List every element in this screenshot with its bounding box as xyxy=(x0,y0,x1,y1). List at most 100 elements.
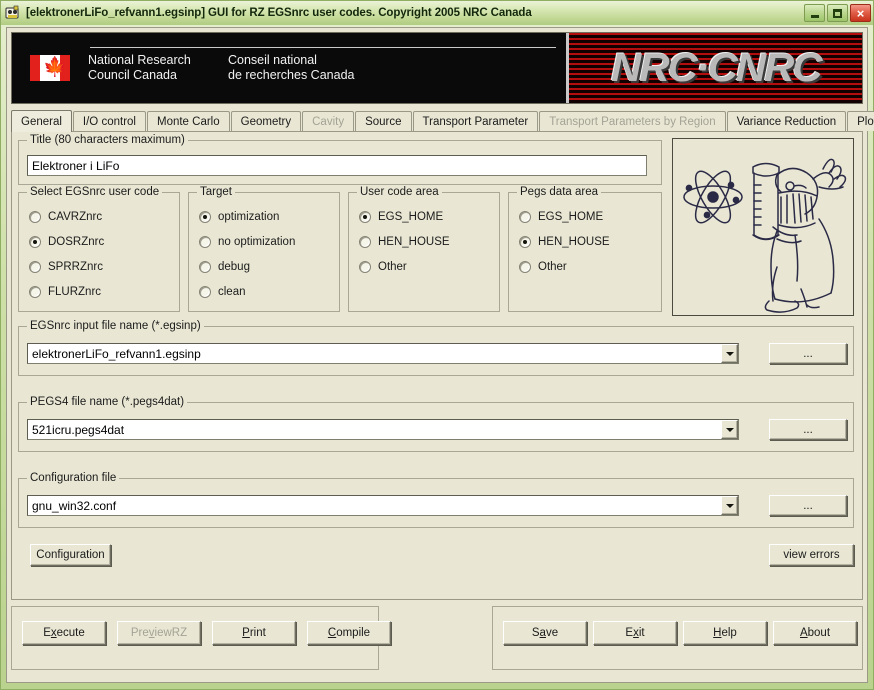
radio-knob-icon xyxy=(29,286,41,298)
tab-strip: General I/O control Monte Carlo Geometry Cav… xyxy=(11,110,874,132)
egsnrc-app-icon xyxy=(5,5,21,21)
radio-user-code-area-egs-home[interactable]: EGS_HOME xyxy=(359,211,443,223)
application-window: [elektronerLiFo_refvann1.egsinp] GUI for… xyxy=(0,0,874,690)
radio-knob-icon xyxy=(519,211,531,223)
save-button[interactable]: Sa ve xyxy=(503,621,587,645)
radio-user-code-cavrznrc[interactable]: CAVRZnrc xyxy=(29,211,102,223)
target-group-legend: Target xyxy=(197,186,235,198)
radio-user-code-flurznrc[interactable]: FLURZnrc xyxy=(29,286,101,298)
target-group: Target optimization no optimization debug c… xyxy=(188,186,340,312)
tab-variance-reduction[interactable]: Variance Reduction xyxy=(726,111,847,131)
radio-label: HEN_HOUSE xyxy=(538,236,610,248)
radio-knob-icon xyxy=(199,261,211,273)
tab-general[interactable]: General xyxy=(11,110,72,132)
radio-target-debug[interactable]: debug xyxy=(199,261,250,273)
chevron-down-icon[interactable] xyxy=(721,344,738,363)
button-mnemonic: A xyxy=(799,627,808,639)
radio-label: DOSRZnrc xyxy=(48,236,105,248)
banner-name-fr: Conseil national de recherches Canada xyxy=(228,53,354,83)
nrc-cnrc-logo: NRC·CNRC xyxy=(610,45,823,90)
previewrz-button: Pre v iewRZ xyxy=(117,621,201,645)
button-label-post: ve xyxy=(545,627,559,639)
button-label-pre: E xyxy=(43,627,51,639)
nrc-banner: 🍁 National Research Council Canada Conse… xyxy=(11,32,863,104)
title-input[interactable]: Elektroner i LiFo xyxy=(27,155,647,176)
radio-knob-icon xyxy=(519,261,531,273)
radio-knob-icon xyxy=(29,211,41,223)
pegs-file-combo[interactable]: 521icru.pegs4dat xyxy=(27,419,739,440)
title-group-legend: Title (80 characters maximum) xyxy=(27,134,188,146)
title-group: Title (80 characters maximum) Elektroner… xyxy=(18,134,662,185)
banner-fr-line2: de recherches Canada xyxy=(228,68,355,82)
print-button[interactable]: Print xyxy=(212,621,296,645)
banner-name-en: National Research Council Canada xyxy=(88,53,228,83)
tab-transport-parameter[interactable]: Transport Parameter xyxy=(412,111,539,131)
radio-label: Other xyxy=(378,261,407,273)
tab-i-o-control[interactable]: I/O control xyxy=(72,111,146,131)
execute-button[interactable]: Ex ecute xyxy=(22,621,106,645)
banner-wordmark: 🍁 National Research Council Canada Conse… xyxy=(12,33,566,103)
radio-user-code-sprrznrc[interactable]: SPRRZnrc xyxy=(29,261,103,273)
config-file-group-legend: Configuration file xyxy=(27,472,120,484)
nrc-cnrc-logo-panel: NRC·CNRC xyxy=(566,33,862,103)
radio-user-code-area-other[interactable]: Other xyxy=(359,261,407,273)
button-label-pre: E xyxy=(625,627,634,639)
scientist-with-beaker-and-atom-drawing xyxy=(672,138,854,316)
pegs-data-area-group: Pegs data area EGS_HOME HEN_HOUSE Other xyxy=(508,186,662,312)
button-label-post: it xyxy=(638,627,645,639)
tab-plot[interactable]: Plot xyxy=(847,111,874,131)
radio-knob-icon xyxy=(359,261,371,273)
user-code-group: Select EGSnrc user code CAVRZnrc DOSRZnrc… xyxy=(18,186,180,312)
maximize-button[interactable] xyxy=(827,4,848,22)
radio-label: EGS_HOME xyxy=(378,211,444,223)
radio-knob-icon xyxy=(199,236,211,248)
button-label-post: ecute xyxy=(56,627,85,639)
input-file-group: EGSnrc input file name (*.egsinp) elektr… xyxy=(18,320,854,376)
radio-knob-icon xyxy=(359,236,371,248)
button-label-post: elp xyxy=(721,627,737,639)
config-file-browse-button[interactable]: ... xyxy=(769,495,847,516)
pegs-file-browse-button[interactable]: ... xyxy=(769,419,847,440)
tab-geometry[interactable]: Geometry xyxy=(230,111,302,131)
radio-user-code-area-hen-house[interactable]: HEN_HOUSE xyxy=(359,236,450,248)
radio-knob-icon xyxy=(29,261,41,273)
config-file-value: gnu_win32.conf xyxy=(32,498,117,513)
tab-source[interactable]: Source xyxy=(355,111,412,131)
about-button[interactable]: About xyxy=(773,621,857,645)
tab-page-general: Title (80 characters maximum) Elektroner… xyxy=(11,132,863,600)
radio-target-clean[interactable]: clean xyxy=(199,286,246,298)
window-title: [elektronerLiFo_refvann1.egsinp] GUI for… xyxy=(26,7,532,19)
button-label-pre: S xyxy=(531,627,540,639)
view-errors-button[interactable]: view errors xyxy=(769,544,854,566)
radio-target-no-optimization[interactable]: no optimization xyxy=(199,236,295,248)
button-mnemonic: C xyxy=(327,627,337,639)
tab-monte-carlo[interactable]: Monte Carlo xyxy=(146,111,230,131)
config-file-combo[interactable]: gnu_win32.conf xyxy=(27,495,739,516)
pegs-data-area-group-legend: Pegs data area xyxy=(517,186,602,198)
maximize-icon xyxy=(833,8,842,18)
chevron-down-icon[interactable] xyxy=(721,496,738,515)
button-label-post: rint xyxy=(249,627,266,639)
exit-button[interactable]: Ex it xyxy=(593,621,677,645)
radio-target-optimization[interactable]: optimization xyxy=(199,211,279,223)
pegs-file-group: PEGS4 file name (*.pegs4dat) 521icru.peg… xyxy=(18,396,854,452)
compile-button[interactable]: Compile xyxy=(307,621,391,645)
radio-knob-icon xyxy=(29,236,41,248)
close-button[interactable]: × xyxy=(850,4,871,22)
configuration-button[interactable]: Configuration xyxy=(30,544,111,566)
title-bar: [elektronerLiFo_refvann1.egsinp] GUI for… xyxy=(1,1,873,25)
input-file-browse-button[interactable]: ... xyxy=(769,343,847,364)
radio-user-code-dosrznrc[interactable]: DOSRZnrc xyxy=(29,236,104,248)
radio-pegs-data-area-hen-house[interactable]: HEN_HOUSE xyxy=(519,236,610,248)
radio-label: Other xyxy=(538,261,567,273)
input-file-combo[interactable]: elektronerLiFo_refvann1.egsinp xyxy=(27,343,739,364)
chevron-down-icon[interactable] xyxy=(721,420,738,439)
radio-label: clean xyxy=(218,286,246,298)
help-button[interactable]: Help xyxy=(683,621,767,645)
radio-knob-icon xyxy=(199,211,211,223)
radio-pegs-data-area-other[interactable]: Other xyxy=(519,261,567,273)
input-file-group-legend: EGSnrc input file name (*.egsinp) xyxy=(27,320,204,332)
banner-en-line2: Council Canada xyxy=(88,68,177,82)
radio-pegs-data-area-egs-home[interactable]: EGS_HOME xyxy=(519,211,603,223)
minimize-button[interactable] xyxy=(804,4,825,22)
